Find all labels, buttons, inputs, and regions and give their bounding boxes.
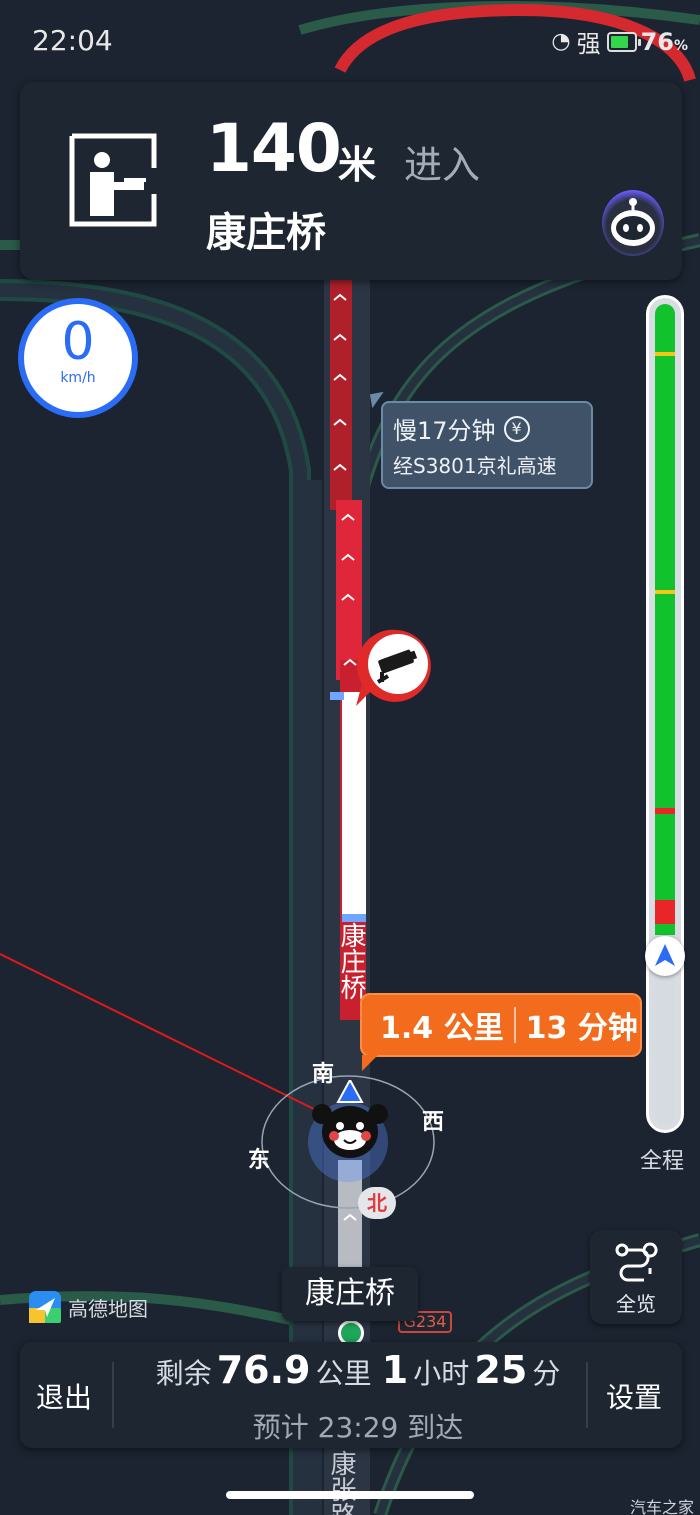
eta-distance: 1.4 公里 xyxy=(380,1011,504,1046)
watermark: 汽车之家 xyxy=(629,1498,694,1515)
signal-strength: 强 xyxy=(576,30,601,58)
divider-left xyxy=(112,1362,114,1428)
speedometer: 0 km/h xyxy=(18,298,138,418)
assistant-avatar-icon xyxy=(611,198,655,246)
alt-route-via: 经S3801京礼高速 xyxy=(393,454,557,478)
map-road-label-vertical: 康庄桥 xyxy=(336,922,366,1000)
eta-bubble: 1.4 公里 13 分钟 xyxy=(360,993,642,1071)
toll-booth-icon xyxy=(69,133,157,227)
amap-logo-icon xyxy=(29,1291,61,1323)
distance-unit: 米 xyxy=(338,143,377,187)
speed-camera-icon[interactable] xyxy=(356,626,438,708)
alt-route-time-diff: 慢17分钟 xyxy=(393,417,496,445)
remaining-prefix: 剩余 xyxy=(155,1357,212,1390)
divider-right xyxy=(586,1362,588,1428)
remaining-minutes: 25 xyxy=(474,1348,528,1392)
battery-percent-unit: % xyxy=(673,37,688,54)
speed-value: 0 xyxy=(61,312,95,372)
status-indicators: ◔ 强 76% xyxy=(551,24,688,59)
map-road-label-bottom: 康张路 xyxy=(326,1450,356,1515)
remaining-distance-unit: 公里 xyxy=(315,1357,372,1390)
exit-navigation-button[interactable]: 退出 xyxy=(36,1376,92,1416)
speed-unit: km/h xyxy=(60,370,96,386)
overview-label: 全览 xyxy=(616,1292,656,1316)
amap-logo-text: 高德地图 xyxy=(68,1296,148,1321)
remaining-hours-unit: 小时 xyxy=(413,1357,470,1390)
battery-indicator: 76% xyxy=(606,27,688,56)
remaining-hours: 1 xyxy=(381,1348,409,1392)
route-overview-icon xyxy=(615,1242,658,1282)
progress-remaining-segment xyxy=(655,304,675,935)
navigation-arrow-icon xyxy=(655,944,675,966)
progress-traffic-segment xyxy=(655,808,675,814)
progress-traffic-segment xyxy=(655,352,675,356)
status-time: 22:04 xyxy=(32,24,113,57)
distance-value: 140 xyxy=(206,110,342,187)
route-progress-bar[interactable] xyxy=(646,295,684,1133)
next-road-name: 康庄桥 xyxy=(206,210,326,256)
remaining-distance: 76.9 xyxy=(216,1348,311,1392)
home-indicator[interactable] xyxy=(226,1491,474,1499)
compass-east: 东 xyxy=(248,1148,271,1173)
voice-assistant-button[interactable] xyxy=(602,190,664,256)
amap-logo: 高德地图 xyxy=(28,1290,148,1324)
compass-west: 西 xyxy=(422,1110,445,1135)
battery-icon xyxy=(606,31,641,52)
progress-position-marker xyxy=(645,936,685,976)
eta-time: 13 分钟 xyxy=(525,1011,638,1046)
arrival-time: 预计 23:29 到达 xyxy=(252,1411,464,1444)
current-road-label: 康庄桥 xyxy=(282,1267,418,1321)
navigation-instruction-card[interactable]: 140 米 进入 康庄桥 xyxy=(20,82,682,280)
settings-button[interactable]: 设置 xyxy=(606,1376,662,1416)
overview-button[interactable]: 全览 xyxy=(590,1230,682,1324)
toll-yen-icon: ¥ xyxy=(503,415,530,442)
remaining-summary: 剩余 76.9 公里 1 小时 25 分 xyxy=(138,1348,578,1392)
alternative-route-bubble[interactable]: 慢17分钟 ¥ 经S3801京礼高速 xyxy=(381,401,593,489)
maneuver-action: 进入 xyxy=(404,143,481,187)
battery-percent: 76 xyxy=(640,27,674,56)
bottom-trip-bar: 退出 剩余 76.9 公里 1 小时 25 分 预计 23:29 到达 设置 xyxy=(20,1342,682,1448)
signal-icon: ◔ xyxy=(551,29,571,54)
compass-north: 北 xyxy=(358,1187,396,1219)
progress-traffic-segment xyxy=(655,900,675,924)
progress-traffic-segment xyxy=(655,590,675,594)
car-avatar-bear-icon xyxy=(312,1080,388,1158)
progress-label: 全程 xyxy=(640,1149,685,1174)
remaining-minutes-unit: 分 xyxy=(532,1357,561,1390)
